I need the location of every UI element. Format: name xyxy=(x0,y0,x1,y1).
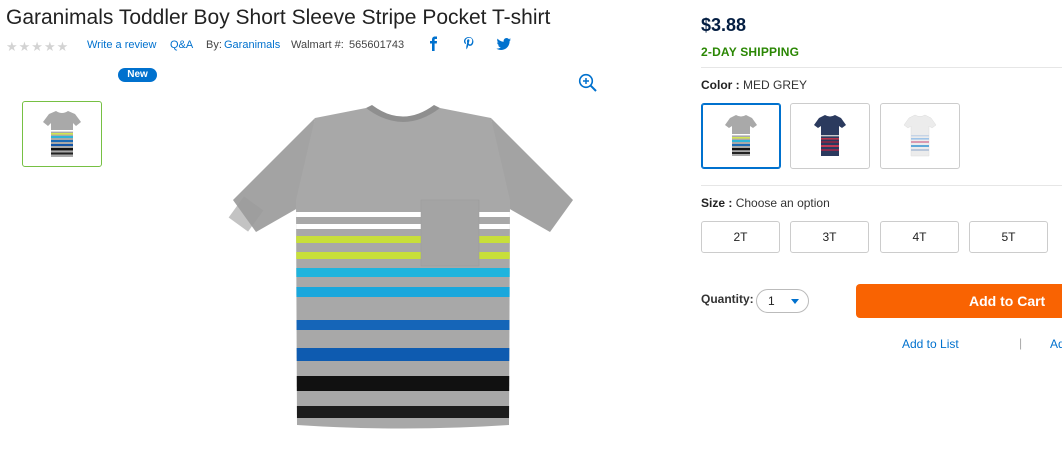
color-value: MED GREY xyxy=(743,78,808,92)
swatch-grey-image xyxy=(725,115,757,156)
new-badge: New xyxy=(118,68,157,82)
quantity-select[interactable]: 1 xyxy=(756,289,809,313)
swatch-navy[interactable] xyxy=(790,103,870,169)
product-thumbnail[interactable] xyxy=(22,101,102,167)
twitter-icon[interactable] xyxy=(496,36,512,52)
size-option-4t[interactable]: 4T xyxy=(880,221,959,253)
walmart-number-label: Walmart #: xyxy=(291,39,344,51)
swatch-white-image xyxy=(903,114,937,157)
divider xyxy=(701,67,1062,68)
tshirt-thumbnail-image xyxy=(43,111,81,157)
qa-link[interactable]: Q&A xyxy=(170,39,193,51)
quantity-label: Quantity: xyxy=(701,292,754,306)
by-label: By: xyxy=(206,39,222,51)
swatch-white[interactable] xyxy=(880,103,960,169)
write-review-link[interactable]: Write a review xyxy=(87,39,156,51)
product-title: Garanimals Toddler Boy Short Sleeve Stri… xyxy=(6,6,551,29)
brand-link[interactable]: Garanimals xyxy=(224,39,280,51)
color-label: Color : xyxy=(701,78,740,92)
swatch-navy-image xyxy=(814,115,846,156)
add-to-cart-button[interactable]: Add to Cart xyxy=(856,284,1062,318)
size-option-2t[interactable]: 2T xyxy=(701,221,780,253)
walmart-number: 565601743 xyxy=(349,39,405,51)
size-option-3t[interactable]: 3T xyxy=(790,221,869,253)
chevron-down-icon xyxy=(791,299,799,304)
price: $3.88 xyxy=(701,15,747,35)
facebook-icon[interactable] xyxy=(426,36,442,52)
add-to-list-link[interactable]: Add to List xyxy=(902,337,959,351)
link-divider: | xyxy=(1019,336,1023,350)
color-selector-label: Color : MED GREY xyxy=(701,78,807,92)
quantity-value: 1 xyxy=(768,294,775,308)
zoom-icon[interactable] xyxy=(578,73,598,93)
shipping-badge: 2-DAY SHIPPING xyxy=(701,45,800,59)
pinterest-icon[interactable] xyxy=(461,36,477,52)
size-label: Size : xyxy=(701,196,733,210)
swatch-med-grey[interactable] xyxy=(701,103,781,169)
size-value: Choose an option xyxy=(735,196,830,210)
add-to-registry-link[interactable]: Ad xyxy=(1050,337,1062,351)
size-option-5t[interactable]: 5T xyxy=(969,221,1048,253)
divider xyxy=(701,185,1062,186)
rating-stars[interactable]: ★★★★★ xyxy=(6,39,69,55)
main-product-image xyxy=(228,105,573,429)
size-selector-label: Size : Choose an option xyxy=(701,196,830,210)
